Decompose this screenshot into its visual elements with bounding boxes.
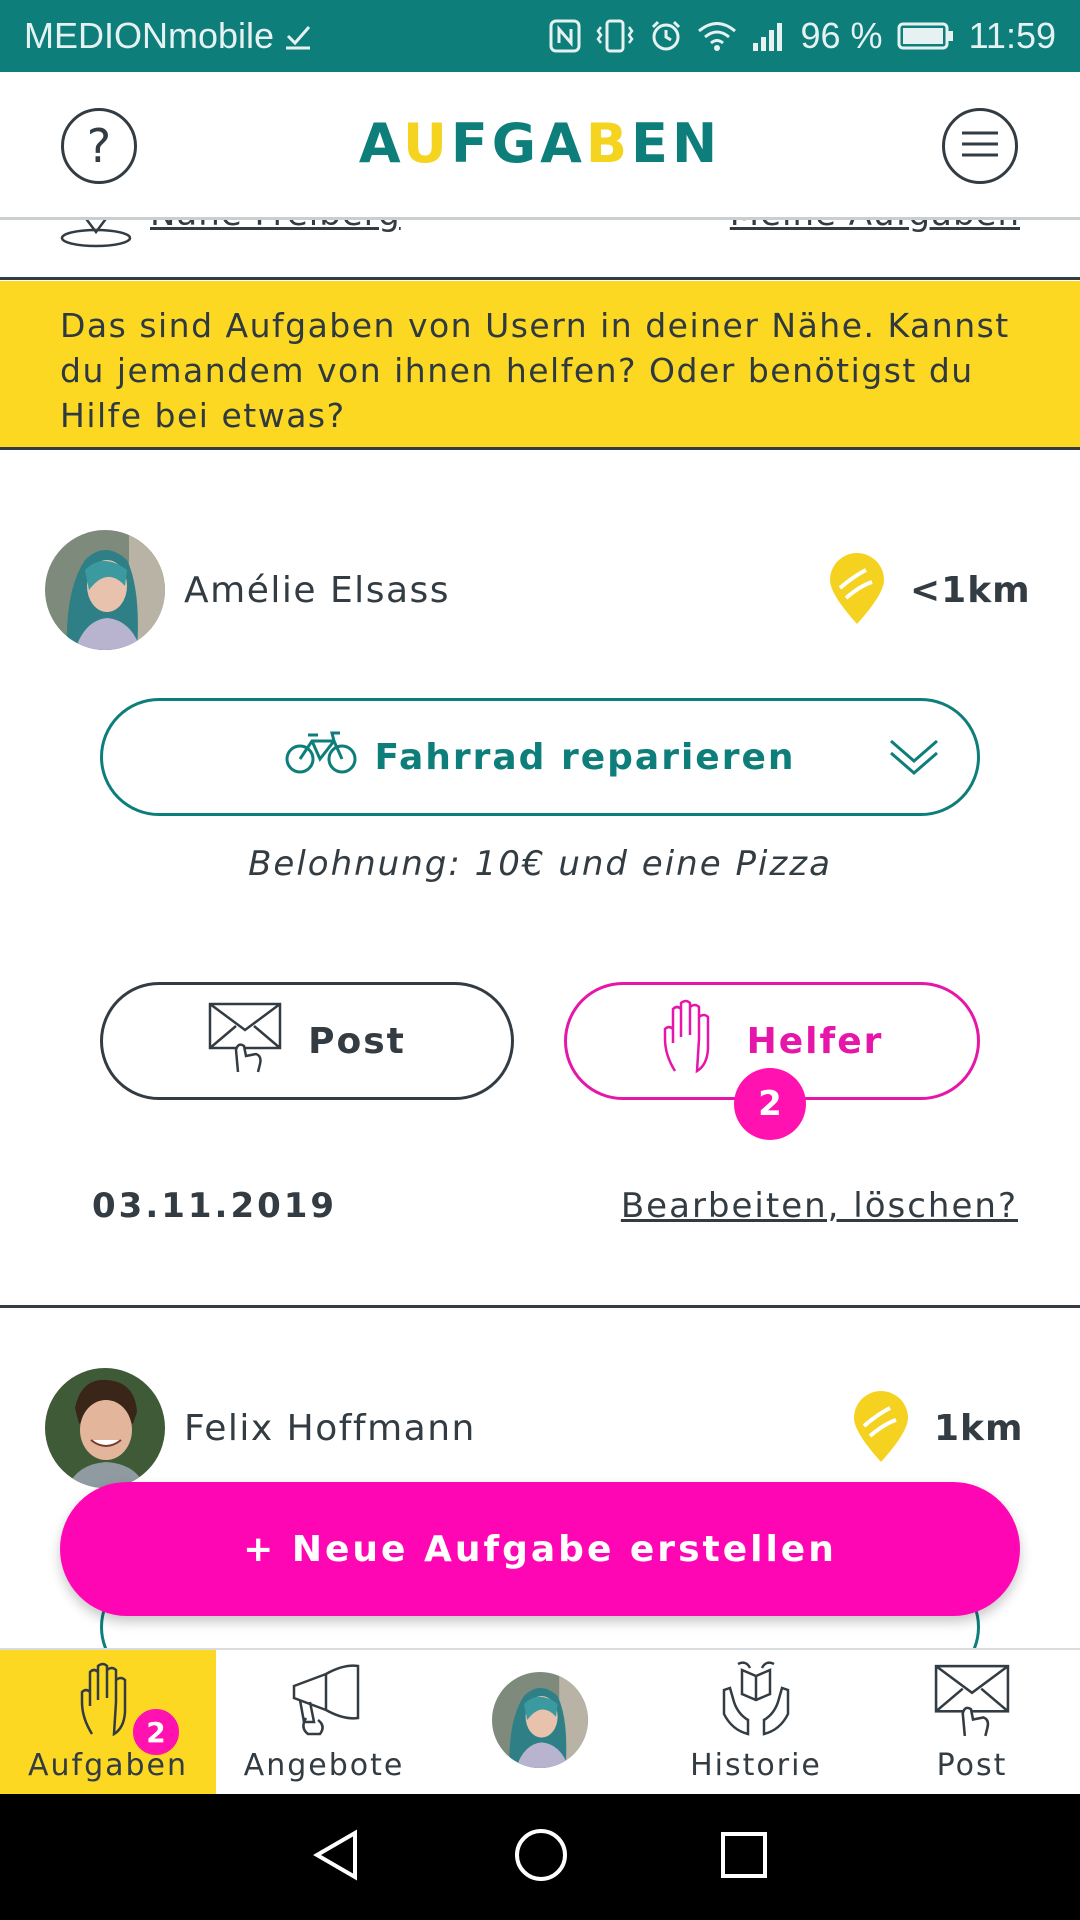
distance: 1km bbox=[934, 1408, 1024, 1449]
status-bar: MEDIONmobile 96 % 11:59 bbox=[0, 0, 1080, 72]
distance: <1km bbox=[910, 570, 1031, 611]
bottom-nav: 2 Aufgaben Angebote Historie Post bbox=[0, 1648, 1080, 1794]
user-name: Felix Hoffmann bbox=[184, 1408, 476, 1449]
profile-avatar bbox=[492, 1670, 588, 1770]
avatar[interactable] bbox=[45, 530, 165, 650]
system-nav-bar bbox=[0, 1794, 1080, 1920]
task-title: Fahrrad reparieren bbox=[374, 736, 796, 778]
filter-strip: Nähe Freiberg Meine Aufgaben bbox=[0, 220, 1080, 280]
nav-label: Angebote bbox=[243, 1748, 405, 1783]
nfc-icon bbox=[549, 19, 581, 53]
nav-label: Historie bbox=[690, 1748, 822, 1783]
clock: 11:59 bbox=[968, 15, 1056, 56]
battery-icon bbox=[897, 21, 955, 51]
nav-item-post[interactable]: Post bbox=[864, 1650, 1080, 1794]
carrier-name: MEDIONmobile bbox=[24, 15, 275, 56]
create-task-button[interactable]: + Neue Aufgabe erstellen bbox=[60, 1482, 1020, 1616]
user-name: Amélie Elsass bbox=[184, 570, 451, 611]
bicycle-icon bbox=[284, 731, 358, 784]
battery-percent: 96 % bbox=[800, 15, 883, 56]
nav-badge: 2 bbox=[130, 1706, 182, 1758]
reward-text: Belohnung: 10€ und eine Pizza bbox=[248, 844, 832, 884]
status-icons: 96 % 11:59 bbox=[549, 15, 1056, 57]
back-icon[interactable] bbox=[311, 1829, 363, 1885]
menu-button[interactable] bbox=[942, 108, 1018, 184]
vibrate-icon bbox=[595, 19, 635, 53]
page-title: AUFGABEN bbox=[358, 112, 722, 175]
book-hands-icon bbox=[718, 1658, 794, 1742]
alarm-icon bbox=[649, 19, 683, 53]
location-filter-link[interactable]: Nähe Freiberg bbox=[150, 220, 401, 234]
edit-delete-link[interactable]: Bearbeiten, löschen? bbox=[621, 1186, 1018, 1226]
hamburger-icon bbox=[960, 129, 1000, 163]
chevron-down-icon bbox=[889, 737, 939, 786]
nav-item-angebote[interactable]: Angebote bbox=[216, 1650, 432, 1794]
location-pin-icon bbox=[826, 552, 888, 630]
recents-icon[interactable] bbox=[719, 1830, 769, 1884]
envelope-icon bbox=[208, 1000, 282, 1083]
carrier-info: MEDIONmobile bbox=[24, 15, 312, 57]
hand-icon bbox=[661, 999, 721, 1084]
my-tasks-link[interactable]: Meine Aufgaben bbox=[730, 220, 1020, 234]
envelope-icon bbox=[934, 1658, 1010, 1742]
signal-icon bbox=[751, 21, 787, 51]
nav-label: Post bbox=[936, 1748, 1008, 1783]
task-dropdown[interactable]: Fahrrad reparieren bbox=[100, 698, 980, 816]
nav-item-historie[interactable]: Historie bbox=[648, 1650, 864, 1794]
helfer-button-label: Helfer bbox=[746, 1020, 884, 1062]
task-card: Amélie Elsass <1km Fahrrad reparieren Be… bbox=[0, 450, 1080, 1308]
location-icon bbox=[60, 220, 132, 252]
info-banner: Das sind Aufgaben von Usern in deiner Nä… bbox=[0, 281, 1080, 450]
nav-item-aufgaben[interactable]: 2 Aufgaben bbox=[0, 1650, 216, 1794]
location-pin-icon bbox=[850, 1390, 912, 1468]
check-download-icon bbox=[284, 22, 312, 50]
hand-icon bbox=[78, 1658, 138, 1742]
helper-count-badge: 2 bbox=[734, 1068, 806, 1140]
megaphone-icon bbox=[286, 1658, 362, 1742]
task-date: 03.11.2019 bbox=[92, 1186, 338, 1226]
home-icon[interactable] bbox=[513, 1827, 569, 1887]
post-button-label: Post bbox=[308, 1020, 406, 1062]
post-button[interactable]: Post bbox=[100, 982, 514, 1100]
avatar[interactable] bbox=[45, 1368, 165, 1488]
app-header: ? AUFGABEN bbox=[0, 72, 1080, 220]
wifi-icon bbox=[697, 20, 737, 52]
nav-item-profile[interactable] bbox=[432, 1650, 648, 1794]
